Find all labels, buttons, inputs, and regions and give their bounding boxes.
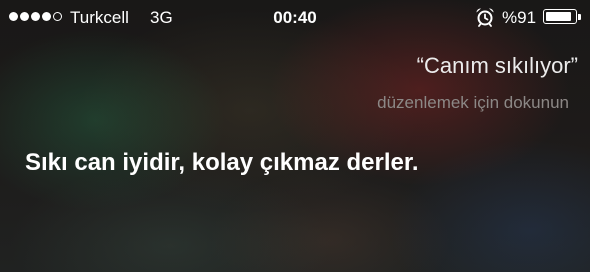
battery-cap xyxy=(578,14,581,20)
battery-icon xyxy=(543,9,577,24)
tap-to-edit-hint[interactable]: düzenlemek için dokunun xyxy=(377,93,569,113)
alarm-clock-icon xyxy=(476,8,494,27)
siri-user-query[interactable]: “Canım sıkılıyor” xyxy=(417,53,578,79)
blurred-background xyxy=(0,0,590,272)
battery-level-fill xyxy=(546,12,572,21)
status-bar: Turkcell 3G 00:40 %91 xyxy=(0,0,590,34)
siri-response-text: Sıkı can iyidir, kolay çıkmaz derler. xyxy=(25,149,419,176)
battery-percentage: %91 xyxy=(502,8,537,27)
